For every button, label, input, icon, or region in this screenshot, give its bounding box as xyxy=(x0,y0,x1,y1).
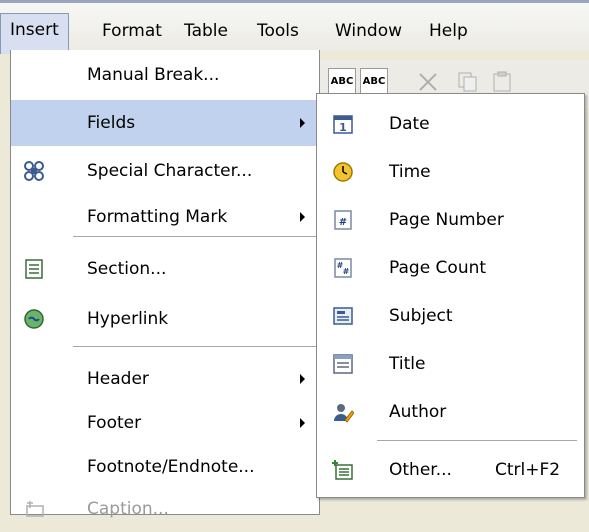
submenu-arrow-icon xyxy=(300,118,305,128)
hyperlink-icon xyxy=(24,309,44,329)
submenu-item-author[interactable]: Author xyxy=(317,388,584,436)
submenu-item-label: Author xyxy=(389,402,447,422)
menu-item-fields[interactable]: Fields xyxy=(11,100,319,146)
menu-help[interactable]: Help xyxy=(422,17,475,45)
section-icon xyxy=(25,259,43,279)
author-icon xyxy=(334,404,354,423)
menu-item-header[interactable]: Header xyxy=(11,356,319,402)
cut-icon[interactable] xyxy=(416,70,440,94)
submenu-arrow-icon xyxy=(300,212,305,222)
menu-item-label: Hyperlink xyxy=(87,309,169,329)
calendar-icon: 1 xyxy=(333,115,353,134)
svg-text:#: # xyxy=(339,217,347,228)
submenu-item-label: Page Number xyxy=(389,210,504,230)
submenu-item-date[interactable]: 1 Date xyxy=(317,100,584,148)
clock-icon xyxy=(333,162,353,182)
submenu-item-page-count[interactable]: # # Page Count xyxy=(317,244,584,292)
svg-text:1: 1 xyxy=(339,121,347,134)
title-icon xyxy=(333,354,353,374)
menu-item-label: Special Character... xyxy=(87,161,253,181)
submenu-item-time[interactable]: Time xyxy=(317,148,584,196)
submenu-item-label: Date xyxy=(389,114,430,134)
menu-item-hyperlink[interactable]: Hyperlink xyxy=(11,296,319,342)
autospellcheck-button[interactable]: ABC xyxy=(360,68,388,96)
menu-item-label: Footer xyxy=(87,413,142,433)
submenu-item-label: Other... xyxy=(389,460,452,480)
submenu-item-title[interactable]: Title xyxy=(317,340,584,388)
fields-submenu: 1 Date Time # Page Number # # Page Count xyxy=(316,93,585,498)
menu-separator xyxy=(73,346,317,347)
submenu-item-label: Title xyxy=(389,354,426,374)
menu-item-section[interactable]: Section... xyxy=(11,246,319,292)
subject-icon xyxy=(333,307,353,325)
menu-format[interactable]: Format xyxy=(95,17,169,45)
other-fields-icon xyxy=(332,460,353,480)
menu-item-footer[interactable]: Footer xyxy=(11,400,319,446)
copy-icon[interactable] xyxy=(456,70,480,94)
page-count-icon: # # xyxy=(334,258,352,278)
submenu-item-label: Time xyxy=(389,162,431,182)
submenu-item-label: Subject xyxy=(389,306,453,326)
menu-separator xyxy=(73,236,317,237)
menu-item-label: Fields xyxy=(87,113,136,133)
submenu-arrow-icon xyxy=(300,418,305,428)
submenu-item-subject[interactable]: Subject xyxy=(317,292,584,340)
menu-item-special-character[interactable]: Special Character... xyxy=(11,148,319,194)
menu-item-label: Section... xyxy=(87,259,167,279)
submenu-item-page-number[interactable]: # Page Number xyxy=(317,196,584,244)
menu-item-label: Header xyxy=(87,369,149,389)
menu-item-label: Manual Break... xyxy=(87,65,220,85)
insert-menu: Manual Break... Fields Special Character… xyxy=(10,50,320,519)
page-number-icon: # xyxy=(334,210,352,230)
menu-window[interactable]: Window xyxy=(328,17,409,45)
menu-item-caption[interactable]: Caption... xyxy=(11,486,319,532)
menu-item-label: Caption... xyxy=(87,499,169,519)
menu-tools[interactable]: Tools xyxy=(250,17,306,45)
menu-table[interactable]: Table xyxy=(177,17,235,45)
menu-item-manual-break[interactable]: Manual Break... xyxy=(11,52,319,98)
menu-bar: Insert Format Table Tools Window Help xyxy=(0,0,589,54)
menu-item-footnote-endnote[interactable]: Footnote/Endnote... xyxy=(11,444,319,490)
menu-item-formatting-mark[interactable]: Formatting Mark xyxy=(11,194,319,240)
submenu-arrow-icon xyxy=(300,374,305,384)
shortcut-label: Ctrl+F2 xyxy=(495,460,561,480)
submenu-item-label: Page Count xyxy=(389,258,487,278)
special-character-icon xyxy=(24,161,44,181)
submenu-separator xyxy=(377,440,577,441)
svg-text:#: # xyxy=(343,267,350,276)
submenu-item-other[interactable]: Other... Ctrl+F2 xyxy=(317,446,584,494)
caption-icon xyxy=(26,501,44,517)
menu-insert[interactable]: Insert xyxy=(0,13,69,54)
paste-icon[interactable] xyxy=(490,70,514,94)
menu-item-label: Footnote/Endnote... xyxy=(87,457,255,477)
spellcheck-button[interactable]: ABC xyxy=(328,68,356,96)
menu-item-label: Formatting Mark xyxy=(87,207,228,227)
